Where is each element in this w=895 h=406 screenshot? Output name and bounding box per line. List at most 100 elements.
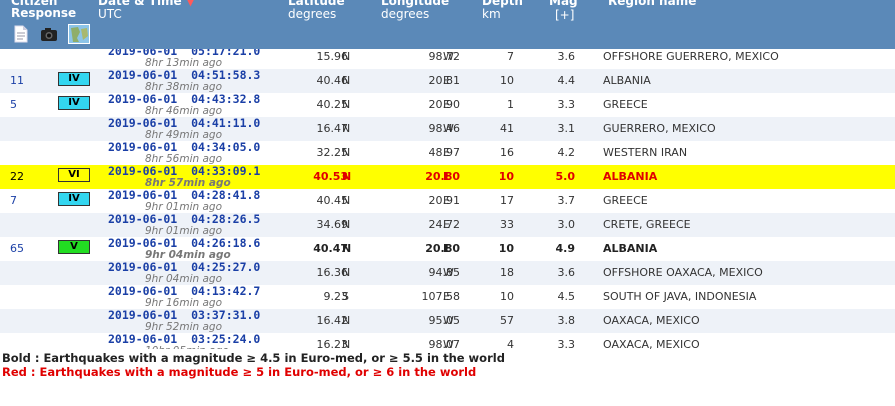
intensity-badge[interactable]: IV — [58, 72, 90, 86]
region-name[interactable]: ALBANIA — [603, 170, 657, 183]
event-datetime-link[interactable]: 2019-06-01 04:34:05.0 — [108, 140, 260, 154]
mag-expand-toggle[interactable]: [+] — [555, 8, 574, 22]
event-datetime-link[interactable]: 2019-06-01 03:25:24.0 — [108, 332, 260, 346]
table-row[interactable]: 2019-06-01 05:17:21.0 8hr 13min ago 15.96 N… — [0, 49, 895, 69]
document-icon[interactable] — [12, 25, 30, 43]
event-time[interactable]: 03:37:31.0 — [191, 308, 260, 322]
region-name[interactable]: OAXACA, MEXICO — [603, 338, 700, 349]
event-datetime-link[interactable]: 2019-06-01 04:28:26.5 — [108, 212, 260, 226]
event-date[interactable]: 2019-06-01 — [108, 188, 177, 202]
depth-value: 10 — [498, 242, 514, 255]
latitude-hemisphere: N — [342, 266, 351, 279]
latitude-hemisphere: N — [342, 74, 351, 87]
depth-value: 1 — [507, 98, 514, 111]
latitude-hemisphere: N — [342, 314, 351, 327]
region-name[interactable]: ALBANIA — [603, 242, 657, 255]
header-mag[interactable]: Mag — [549, 0, 578, 8]
camera-icon[interactable] — [40, 25, 58, 43]
citizen-response-count[interactable]: 5 — [10, 98, 17, 111]
table-row[interactable]: 2019-06-01 03:25:24.010hr 05min ago 16.23… — [0, 332, 895, 349]
table-row[interactable]: 2019-06-01 04:13:42.7 9hr 16min ago 9.23 S 1… — [0, 284, 895, 309]
region-name[interactable]: OAXACA, MEXICO — [603, 314, 700, 327]
map-icon[interactable] — [68, 24, 90, 44]
event-date[interactable]: 2019-06-01 — [108, 164, 177, 178]
region-name[interactable]: OFFSHORE OAXACA, MEXICO — [603, 266, 763, 279]
event-datetime-link[interactable]: 2019-06-01 04:51:58.3 — [108, 68, 260, 82]
region-name[interactable]: OFFSHORE GUERRERO, MEXICO — [603, 50, 779, 63]
table-header: Citizen Response Date & Time ▼ UTC Latit… — [0, 0, 895, 49]
event-date[interactable]: 2019-06-01 — [108, 212, 177, 226]
table-row[interactable]: 11 IV 2019-06-01 04:51:58.3 8hr 38min ago 40… — [0, 68, 895, 93]
table-row[interactable]: 7 IV 2019-06-01 04:28:41.8 9hr 01min ago 40.… — [0, 188, 895, 213]
table-row[interactable]: 2019-06-01 04:28:26.5 9hr 01min ago 34.69 N… — [0, 212, 895, 237]
magnitude-value: 4.2 — [557, 146, 576, 159]
event-time[interactable]: 04:43:32.8 — [191, 92, 260, 106]
event-datetime-link[interactable]: 2019-06-01 04:26:18.6 — [108, 236, 260, 250]
event-datetime-link[interactable]: 2019-06-01 04:41:11.0 — [108, 116, 260, 130]
depth-value: 10 — [498, 170, 514, 183]
event-date[interactable]: 2019-06-01 — [108, 260, 177, 274]
event-time[interactable]: 04:28:26.5 — [191, 212, 260, 226]
event-time[interactable]: 04:25:27.0 — [191, 260, 260, 274]
event-date[interactable]: 2019-06-01 — [108, 236, 177, 250]
magnitude-value: 4.5 — [557, 290, 576, 303]
region-name[interactable]: SOUTH OF JAVA, INDONESIA — [603, 290, 756, 303]
region-name[interactable]: CRETE, GREECE — [603, 218, 691, 231]
latitude-value: 16.36 — [316, 266, 349, 279]
magnitude-value: 4.4 — [557, 74, 576, 87]
event-date[interactable]: 2019-06-01 — [108, 92, 177, 106]
table-row[interactable]: 2019-06-01 04:34:05.0 8hr 56min ago 32.25 N… — [0, 140, 895, 165]
longitude-hemisphere: W — [443, 338, 454, 349]
intensity-badge[interactable]: V — [58, 240, 90, 254]
latitude-hemisphere: N — [342, 50, 351, 63]
event-time[interactable]: 03:25:24.0 — [191, 332, 260, 346]
intensity-badge[interactable]: IV — [58, 192, 90, 206]
event-date[interactable]: 2019-06-01 — [108, 68, 177, 82]
event-time[interactable]: 04:41:11.0 — [191, 116, 260, 130]
event-datetime-link[interactable]: 2019-06-01 04:43:32.8 — [108, 92, 260, 106]
region-name[interactable]: GREECE — [603, 98, 648, 111]
header-lat-unit: degrees — [288, 7, 337, 21]
header-region[interactable]: Region name — [608, 0, 696, 8]
event-time[interactable]: 04:33:09.1 — [191, 164, 260, 178]
event-datetime-link[interactable]: 2019-06-01 04:33:09.1 — [108, 164, 260, 178]
region-name[interactable]: GUERRERO, MEXICO — [603, 122, 716, 135]
event-datetime-link[interactable]: 2019-06-01 03:37:31.0 — [108, 308, 260, 322]
magnitude-value: 5.0 — [555, 170, 576, 183]
event-date[interactable]: 2019-06-01 — [108, 284, 177, 298]
citizen-response-count[interactable]: 11 — [10, 74, 24, 87]
magnitude-value: 3.0 — [557, 218, 576, 231]
citizen-response-count[interactable]: 22 — [10, 170, 24, 183]
event-datetime-link[interactable]: 2019-06-01 04:25:27.0 — [108, 260, 260, 274]
region-name[interactable]: GREECE — [603, 194, 648, 207]
event-date[interactable]: 2019-06-01 — [108, 140, 177, 154]
table-row[interactable]: 2019-06-01 03:37:31.0 9hr 52min ago 16.42 N… — [0, 308, 895, 333]
intensity-badge[interactable]: VI — [58, 168, 90, 182]
event-datetime-link[interactable]: 2019-06-01 04:13:42.7 — [108, 284, 260, 298]
table-row[interactable]: 5 IV 2019-06-01 04:43:32.8 8hr 46min ago 40.… — [0, 92, 895, 117]
event-time[interactable]: 04:51:58.3 — [191, 68, 260, 82]
region-name[interactable]: ALBANIA — [603, 74, 651, 87]
event-date[interactable]: 2019-06-01 — [108, 116, 177, 130]
event-datetime-link[interactable]: 2019-06-01 04:28:41.8 — [108, 188, 260, 202]
event-date[interactable]: 2019-06-01 — [108, 308, 177, 322]
table-row[interactable]: 65 V 2019-06-01 04:26:18.6 9hr 04min ago 40.… — [0, 236, 895, 261]
event-time[interactable]: 04:34:05.0 — [191, 140, 260, 154]
magnitude-value: 3.6 — [557, 266, 576, 279]
table-row[interactable]: 2019-06-01 04:41:11.0 8hr 49min ago 16.47 N… — [0, 116, 895, 141]
citizen-response-count[interactable]: 65 — [10, 242, 24, 255]
table-row[interactable]: 22 VI 2019-06-01 04:33:09.1 8hr 57min ago 40… — [0, 164, 895, 189]
table-row[interactable]: 2019-06-01 04:25:27.0 9hr 04min ago 16.36 N… — [0, 260, 895, 285]
intensity-badge[interactable]: IV — [58, 96, 90, 110]
event-time[interactable]: 04:26:18.6 — [191, 236, 260, 250]
latitude-hemisphere: N — [342, 338, 351, 349]
event-time[interactable]: 04:28:41.8 — [191, 188, 260, 202]
sort-arrow-icon[interactable]: ▼ — [186, 0, 195, 8]
header-utc: UTC — [98, 7, 122, 21]
depth-value: 17 — [500, 194, 514, 207]
region-name[interactable]: WESTERN IRAN — [603, 146, 687, 159]
event-date[interactable]: 2019-06-01 — [108, 332, 177, 346]
citizen-response-count[interactable]: 7 — [10, 194, 17, 207]
event-time[interactable]: 04:13:42.7 — [191, 284, 260, 298]
latitude-value: 34.69 — [316, 218, 349, 231]
